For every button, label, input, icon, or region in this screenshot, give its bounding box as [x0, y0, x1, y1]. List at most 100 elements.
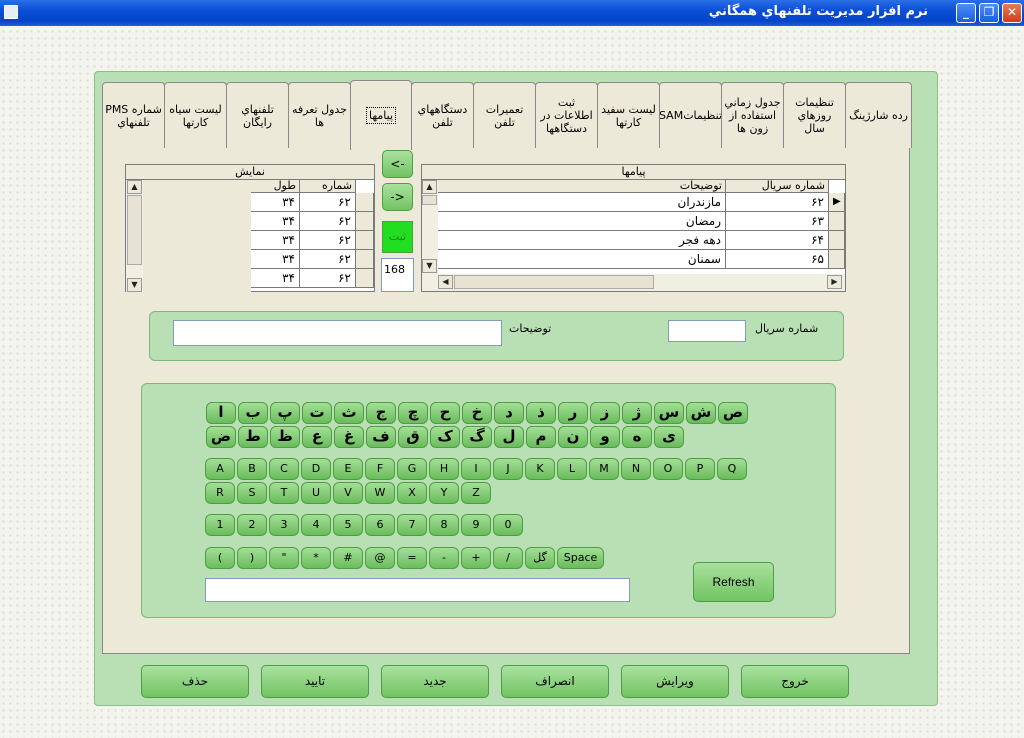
key-digits-1[interactable]: 2: [237, 514, 267, 536]
register-button[interactable]: ثبت: [382, 221, 413, 253]
key-persian_row1-15[interactable]: ب: [238, 402, 268, 424]
key-persian_row2-14[interactable]: ض: [206, 426, 236, 448]
key-space[interactable]: Space: [557, 547, 604, 569]
key-persian_row2-5[interactable]: ل: [494, 426, 524, 448]
key-latin_row1-10[interactable]: K: [525, 458, 555, 480]
minimize-button[interactable]: _: [956, 3, 976, 23]
keyboard-output-field[interactable]: [205, 578, 630, 602]
key-symbols-4[interactable]: #: [333, 547, 363, 569]
scroll-right-icon[interactable]: ▶: [827, 275, 842, 289]
key-latin_row1-9[interactable]: J: [493, 458, 523, 480]
key-persian_row1-10[interactable]: چ: [398, 402, 428, 424]
row-selector[interactable]: [356, 193, 374, 212]
tab-11[interactable]: ليست سياه كارتها: [164, 82, 227, 148]
key-latin_row1-7[interactable]: H: [429, 458, 459, 480]
messages-hscrollbar[interactable]: ◀ ▶: [422, 274, 845, 291]
hscroll-thumb[interactable]: [454, 275, 654, 289]
tab-9[interactable]: جدول تعرفه ها: [288, 82, 351, 148]
cell-length[interactable]: ۳۴: [251, 193, 300, 212]
key-symbols-7[interactable]: -: [429, 547, 459, 569]
cell-serial[interactable]: ۶۲: [726, 193, 829, 212]
key-latin_row1-15[interactable]: P: [685, 458, 715, 480]
cell-number[interactable]: ۶۲: [300, 212, 356, 231]
key-latin_row1-14[interactable]: O: [653, 458, 683, 480]
tab-4[interactable]: ليست سفيد كارتها: [597, 82, 660, 148]
key-latin_row1-1[interactable]: B: [237, 458, 267, 480]
row-selector[interactable]: [829, 212, 845, 231]
key-latin_row2-4[interactable]: V: [333, 482, 363, 504]
key-persian_row2-2[interactable]: و: [590, 426, 620, 448]
tab-10[interactable]: تلفنهاي رايگان: [226, 82, 289, 148]
key-latin_row1-8[interactable]: I: [461, 458, 491, 480]
key-symbols-1[interactable]: ): [237, 547, 267, 569]
key-latin_row1-16[interactable]: Q: [717, 458, 747, 480]
key-persian_row1-11[interactable]: ج: [366, 402, 396, 424]
key-persian_row1-13[interactable]: ت: [302, 402, 332, 424]
key-latin_row1-3[interactable]: D: [301, 458, 331, 480]
display-vscrollbar[interactable]: ▲ ▼: [126, 180, 143, 292]
row-selector[interactable]: [356, 231, 374, 250]
key-latin_row2-0[interactable]: R: [205, 482, 235, 504]
key-symbols-3[interactable]: *: [301, 547, 331, 569]
key-latin_row2-5[interactable]: W: [365, 482, 395, 504]
key-persian_row2-11[interactable]: ع: [302, 426, 332, 448]
key-symbols-8[interactable]: +: [461, 547, 491, 569]
key-persian_row2-10[interactable]: غ: [334, 426, 364, 448]
key-persian_row2-3[interactable]: ن: [558, 426, 588, 448]
cell-desc[interactable]: رمضان: [438, 212, 726, 231]
row-selector[interactable]: [829, 231, 845, 250]
cell-length[interactable]: ۳۴: [251, 212, 300, 231]
key-symbols-2[interactable]: ": [269, 547, 299, 569]
key-persian_row1-8[interactable]: خ: [462, 402, 492, 424]
key-latin_row2-2[interactable]: T: [269, 482, 299, 504]
scroll-left-icon[interactable]: ◀: [438, 275, 453, 289]
row-selector[interactable]: ▶: [829, 193, 845, 212]
key-persian_row1-3[interactable]: ژ: [622, 402, 652, 424]
tab-2[interactable]: جدول زماني استفاده از زون ها: [721, 82, 784, 148]
key-latin_row2-8[interactable]: Z: [461, 482, 491, 504]
app-icon[interactable]: [4, 5, 18, 19]
key-persian_row1-6[interactable]: ذ: [526, 402, 556, 424]
cell-number[interactable]: ۶۲: [300, 193, 356, 212]
cell-number[interactable]: ۶۲: [300, 250, 356, 269]
key-persian_row2-7[interactable]: ک: [430, 426, 460, 448]
key-persian_row2-8[interactable]: ق: [398, 426, 428, 448]
key-digits-5[interactable]: 6: [365, 514, 395, 536]
key-latin_row1-5[interactable]: F: [365, 458, 395, 480]
key-symbols-0[interactable]: (: [205, 547, 235, 569]
key-symbols-6[interactable]: =: [397, 547, 427, 569]
move-left-button[interactable]: <-: [382, 150, 413, 178]
key-symbols-9[interactable]: /: [493, 547, 523, 569]
key-persian_row2-6[interactable]: گ: [462, 426, 492, 448]
tab-3[interactable]: تنظيماتSAM: [659, 82, 722, 148]
confirm-button[interactable]: تاييد: [261, 665, 369, 698]
row-selector[interactable]: [356, 250, 374, 269]
new-button[interactable]: جديد: [381, 665, 489, 698]
cancel-button[interactable]: انصراف: [501, 665, 609, 698]
cell-serial[interactable]: ۶۳: [726, 212, 829, 231]
key-persian_row1-16[interactable]: ا: [206, 402, 236, 424]
cell-serial[interactable]: ۶۴: [726, 231, 829, 250]
move-right-button[interactable]: ->: [382, 183, 413, 211]
key-digits-7[interactable]: 8: [429, 514, 459, 536]
cell-desc[interactable]: سمنان: [438, 250, 726, 269]
messages-grid[interactable]: پيامها شماره سريال توضيحات ▲ ▼ ◀ ▶ ▶ ۶۲ ما…: [421, 164, 846, 292]
desc-input[interactable]: [173, 320, 502, 346]
row-selector[interactable]: [356, 269, 374, 288]
key-persian_row2-9[interactable]: ف: [366, 426, 396, 448]
tab-1[interactable]: تنظيمات روزهاي سال: [783, 82, 846, 148]
key-digits-8[interactable]: 9: [461, 514, 491, 536]
key-persian_row1-4[interactable]: ز: [590, 402, 620, 424]
cell-number[interactable]: ۶۲: [300, 231, 356, 250]
key-persian_row2-12[interactable]: ظ: [270, 426, 300, 448]
key-latin_row1-4[interactable]: E: [333, 458, 363, 480]
count-field[interactable]: 168: [381, 258, 414, 292]
key-symbols-5[interactable]: @: [365, 547, 395, 569]
tab-8[interactable]: پيامها: [350, 80, 412, 150]
key-digits-2[interactable]: 3: [269, 514, 299, 536]
key-symbols-10[interactable]: گل: [525, 547, 555, 569]
cell-length[interactable]: ۳۴: [251, 250, 300, 269]
cell-serial[interactable]: ۶۵: [726, 250, 829, 269]
scroll-thumb[interactable]: [422, 195, 437, 205]
key-latin_row1-6[interactable]: G: [397, 458, 427, 480]
